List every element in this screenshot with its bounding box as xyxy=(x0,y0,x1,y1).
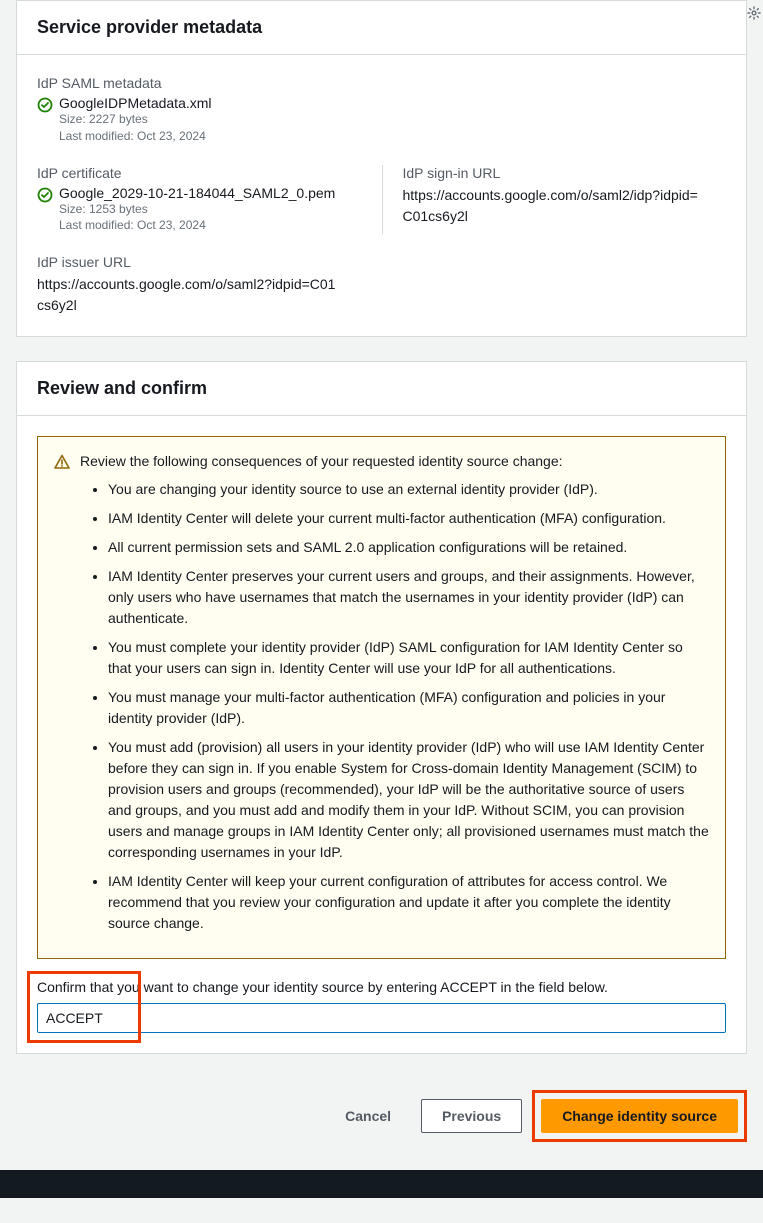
list-item: All current permission sets and SAML 2.0… xyxy=(108,537,709,558)
previous-button[interactable]: Previous xyxy=(421,1099,522,1133)
idp-signin-url-field: IdP sign-in URL https://accounts.google.… xyxy=(382,165,727,235)
panel-title: Service provider metadata xyxy=(37,17,726,38)
idp-certificate-field: IdP certificate Google_2029-10-21-184044… xyxy=(37,165,382,235)
change-identity-source-button[interactable]: Change identity source xyxy=(541,1099,738,1133)
list-item: IAM Identity Center preserves your curre… xyxy=(108,566,709,629)
field-value: https://accounts.google.com/o/saml2?idpi… xyxy=(37,274,337,316)
field-label: IdP sign-in URL xyxy=(403,165,707,181)
gear-icon[interactable] xyxy=(747,6,761,23)
field-label: IdP certificate xyxy=(37,165,362,181)
list-item: You must manage your multi-factor authen… xyxy=(108,687,709,729)
panel-header: Review and confirm xyxy=(17,362,746,416)
field-value: https://accounts.google.com/o/saml2/idp?… xyxy=(403,185,707,227)
list-item: You must complete your identity provider… xyxy=(108,637,709,679)
highlight-box: Change identity source xyxy=(532,1090,747,1142)
file-size: Size: 1253 bytes xyxy=(59,201,362,218)
list-item: You are changing your identity source to… xyxy=(108,479,709,500)
confirm-label: Confirm that you want to change your ide… xyxy=(37,979,726,995)
cancel-button[interactable]: Cancel xyxy=(325,1100,411,1132)
file-modified: Last modified: Oct 23, 2024 xyxy=(59,217,362,234)
confirm-accept-input[interactable] xyxy=(37,1003,726,1033)
panel-header: Service provider metadata xyxy=(17,1,746,55)
file-name: Google_2029-10-21-184044_SAML2_0.pem xyxy=(59,185,362,201)
success-check-icon xyxy=(37,97,53,116)
service-provider-metadata-panel: Service provider metadata IdP SAML metad… xyxy=(16,0,747,337)
review-confirm-panel: Review and confirm Review the following … xyxy=(16,361,747,1054)
list-item: IAM Identity Center will keep your curre… xyxy=(108,871,709,934)
file-modified: Last modified: Oct 23, 2024 xyxy=(59,128,726,145)
alert-intro: Review the following consequences of you… xyxy=(80,453,709,469)
success-check-icon xyxy=(37,187,53,206)
panel-title: Review and confirm xyxy=(37,378,726,399)
footer-bar xyxy=(0,1170,763,1198)
idp-saml-metadata-field: IdP SAML metadata GoogleIDPMetadata.xml … xyxy=(37,75,726,145)
field-label: IdP SAML metadata xyxy=(37,75,726,91)
field-label: IdP issuer URL xyxy=(37,254,726,270)
warning-alert: Review the following consequences of you… xyxy=(37,436,726,959)
list-item: IAM Identity Center will delete your cur… xyxy=(108,508,709,529)
confirm-section: Confirm that you want to change your ide… xyxy=(37,979,726,1033)
consequences-list: You are changing your identity source to… xyxy=(80,479,709,934)
file-name: GoogleIDPMetadata.xml xyxy=(59,95,726,111)
file-size: Size: 2227 bytes xyxy=(59,111,726,128)
warning-icon xyxy=(54,454,70,942)
idp-issuer-url-field: IdP issuer URL https://accounts.google.c… xyxy=(37,254,726,316)
list-item: You must add (provision) all users in yo… xyxy=(108,737,709,863)
wizard-actions: Cancel Previous Change identity source xyxy=(16,1078,747,1162)
